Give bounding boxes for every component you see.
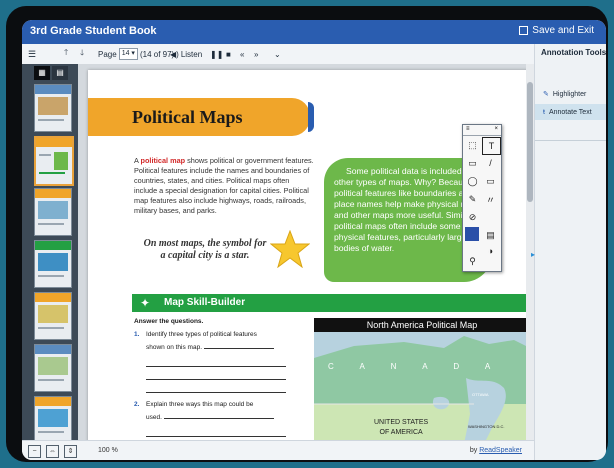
- ellipse-tool-icon[interactable]: ◯: [464, 173, 481, 189]
- page-thumbnail[interactable]: [34, 240, 72, 288]
- line-width-icon[interactable]: ▤: [482, 227, 499, 243]
- page-thumbnail[interactable]: [34, 396, 72, 440]
- thumbnail-sidebar: ▦ ▤: [22, 64, 78, 440]
- annotation-tools-title: Annotation Tools: [541, 48, 606, 57]
- speaker-icon: ◀): [170, 49, 179, 59]
- zoom-out-icon[interactable]: −: [28, 445, 41, 458]
- note-icon[interactable]: ▭: [464, 155, 481, 171]
- rewind-icon[interactable]: «: [240, 47, 244, 61]
- answer-header: Answer the questions.: [134, 318, 204, 325]
- save-icon: [519, 26, 529, 35]
- answer-line[interactable]: [146, 367, 286, 380]
- drag-handle-icon[interactable]: ≡: [466, 126, 470, 132]
- reader-toolbar: ☰ 🡑 🡓 Page 14 ▾ (14 of 97) ◀) Listen ❚❚ …: [22, 44, 534, 65]
- rectangle-tool-icon[interactable]: ▭: [482, 173, 499, 189]
- fit-page-icon[interactable]: ⇕: [64, 445, 77, 458]
- readspeaker-credit: by ReadSpeaker: [469, 447, 522, 454]
- question-1: 1. Identify three types of political fea…: [134, 329, 314, 393]
- expand-panel-icon[interactable]: ▸: [531, 250, 535, 259]
- page-navigator: Page 14 ▾ (14 of 97): [98, 47, 174, 61]
- annotation-tools-panel: ▸ Annotation Tools ✎ Highlighter ŧ Annot…: [531, 44, 606, 460]
- annotate-text-tool[interactable]: ŧ Annotate Text: [535, 104, 606, 120]
- map-title: North America Political Map: [314, 318, 530, 332]
- north-america-map: North America Political Map C A N A D A …: [314, 318, 530, 440]
- color-swatch[interactable]: [465, 227, 479, 241]
- compass-icon: ✦: [140, 296, 151, 310]
- answer-line[interactable]: [146, 424, 286, 437]
- eraser-tool-icon[interactable]: ⊘: [464, 209, 481, 225]
- capital-symbol-note: On most maps, the symbol for a capital c…: [143, 238, 267, 261]
- page-viewport: Political Maps A political map shows pol…: [78, 64, 534, 440]
- save-and-exit-label: Save and Exit: [532, 25, 594, 36]
- pause-icon[interactable]: ❚❚: [210, 47, 223, 61]
- readspeaker-link[interactable]: ReadSpeaker: [479, 447, 522, 454]
- bottom-bar: − ⇔ ⇕ 100 % by ReadSpeaker: [22, 440, 534, 460]
- rectangle-select-icon[interactable]: ⬚: [464, 137, 481, 153]
- map-label-washington: WASHINGTON D.C.: [468, 424, 505, 429]
- tablet-bezel: 3rd Grade Student Book Save and Exit ☰ 🡑…: [6, 6, 608, 462]
- title-bar: 3rd Grade Student Book Save and Exit: [22, 20, 606, 44]
- skill-builder-bar: ✦ Map Skill-Builder: [132, 294, 532, 312]
- thumbnail-view-tabs: ▦ ▤: [34, 66, 70, 80]
- page-thumbnail[interactable]: [34, 344, 72, 392]
- page-thumbnail[interactable]: [34, 84, 72, 132]
- intro-paragraph: A political map shows political or gover…: [134, 156, 314, 215]
- toolbox-header: ≡ ×: [463, 125, 501, 136]
- map-label-canada: C A N A D A: [328, 362, 503, 371]
- heading-banner: Political Maps: [88, 98, 314, 136]
- zoom-level: 100 %: [98, 447, 118, 454]
- arrow-up-icon[interactable]: 🡑: [64, 47, 68, 61]
- listen-button[interactable]: ◀) Listen: [170, 47, 202, 61]
- listen-label: Listen: [180, 49, 203, 59]
- highlighter-icon: ✎: [543, 91, 549, 98]
- line-tool-icon[interactable]: /: [482, 155, 499, 171]
- book-title: 3rd Grade Student Book: [30, 25, 157, 37]
- page-thumbnail-current[interactable]: [34, 136, 74, 186]
- arrow-down-icon[interactable]: 🡓: [80, 47, 84, 61]
- highlighter-tool[interactable]: ✎ Highlighter: [535, 86, 606, 102]
- opacity-icon[interactable]: ◑: [482, 243, 499, 259]
- pen-tool-icon[interactable]: ✎: [464, 191, 481, 207]
- save-and-exit-button[interactable]: Save and Exit: [519, 25, 594, 36]
- keyword-political-map: political map: [140, 156, 186, 165]
- chevron-down-icon[interactable]: ⌄: [274, 47, 281, 61]
- text-tool-icon[interactable]: T: [482, 137, 501, 155]
- panel-divider: [535, 140, 606, 141]
- answer-line[interactable]: [146, 354, 286, 367]
- pin-icon[interactable]: ⚲: [464, 253, 481, 269]
- screen: 3rd Grade Student Book Save and Exit ☰ 🡑…: [22, 20, 606, 460]
- hamburger-menu-icon[interactable]: ☰: [28, 47, 36, 61]
- list-view-icon[interactable]: ▤: [52, 66, 68, 80]
- stop-icon[interactable]: ■: [226, 47, 231, 61]
- skill-builder-title: Map Skill-Builder: [164, 297, 246, 308]
- page-thumbnail[interactable]: [34, 188, 72, 236]
- questions: Answer the questions. 1. Identify three …: [134, 318, 314, 437]
- close-icon[interactable]: ×: [494, 126, 498, 132]
- page-label: Page: [98, 49, 117, 59]
- map-label-usa: UNITED STATES OF AMERICA: [374, 419, 429, 436]
- annotation-toolbox: ≡ × ⬚ T ▭ / ◯ ▭ ✎ 〃 ⊘ ▤ ◑ ⚲: [462, 124, 502, 272]
- map-label-ottawa: OTTAWA: [472, 392, 489, 397]
- fast-forward-icon[interactable]: »: [254, 47, 258, 61]
- question-2: 2. Explain three ways this map could be …: [134, 399, 314, 437]
- star-icon: [270, 230, 310, 268]
- answer-line[interactable]: [146, 380, 286, 393]
- fit-width-icon[interactable]: ⇔: [46, 445, 59, 458]
- page-select[interactable]: 14 ▾: [118, 48, 138, 60]
- annotate-text-icon: ŧ: [543, 108, 545, 116]
- page-heading: Political Maps: [132, 107, 243, 127]
- freehand-tool-icon[interactable]: 〃: [482, 191, 499, 207]
- page-thumbnail[interactable]: [34, 292, 72, 340]
- grid-view-icon[interactable]: ▦: [34, 66, 50, 80]
